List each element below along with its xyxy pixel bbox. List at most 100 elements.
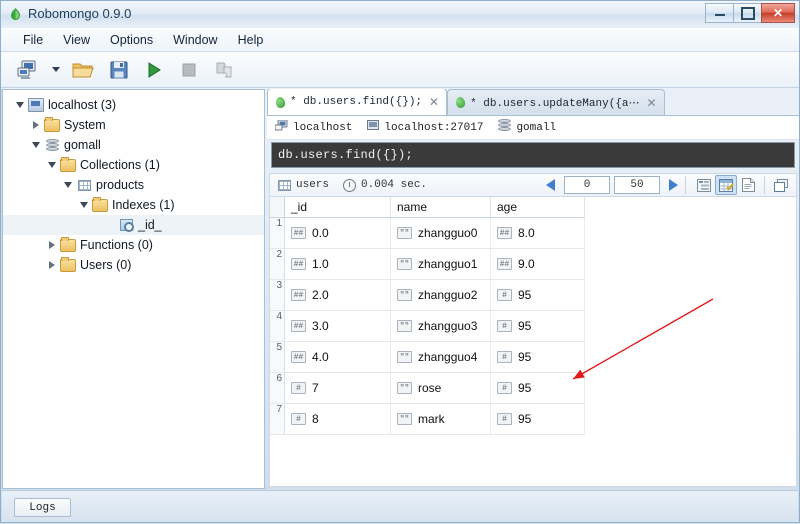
twisty-right-icon[interactable]: [29, 121, 43, 129]
next-page-button[interactable]: [669, 179, 678, 191]
tree-node-products[interactable]: products: [3, 175, 264, 195]
clock-icon: [343, 178, 357, 192]
cell-name[interactable]: "" zhangguo1: [390, 248, 491, 280]
close-icon[interactable]: ✕: [427, 95, 439, 109]
type-icon: ##: [291, 320, 306, 332]
cell-age[interactable]: #95: [490, 372, 585, 404]
tree-node-gomall[interactable]: gomall: [3, 135, 264, 155]
folder-open-icon: [72, 63, 94, 77]
tree-node-collections[interactable]: Collections (1): [3, 155, 264, 175]
cell-age[interactable]: ## 8.0: [490, 217, 585, 249]
limit-input[interactable]: 50: [614, 176, 660, 194]
twisty-down-icon[interactable]: [45, 162, 59, 168]
table-row[interactable]: 3 ## 2.0 "" zhangguo2 #95: [270, 279, 585, 311]
stop-button[interactable]: [176, 57, 202, 83]
view-table-button[interactable]: [715, 175, 737, 195]
tree-node-localhost[interactable]: localhost (3): [3, 95, 264, 115]
table-row[interactable]: 6 #7 "" rose #95: [270, 372, 585, 404]
tree-node-indexes[interactable]: Indexes (1): [3, 195, 264, 215]
connect-button[interactable]: [15, 57, 41, 83]
cell-value: mark: [418, 412, 445, 426]
save-script-button[interactable]: [106, 57, 132, 83]
connection-icon: [274, 119, 288, 136]
view-tree-button[interactable]: [693, 175, 715, 195]
tab-db-users-find[interactable]: * db.users.find({}); ✕: [267, 89, 448, 115]
minimize-button[interactable]: [705, 3, 733, 23]
menu-item-file[interactable]: File: [13, 30, 53, 50]
cell-age[interactable]: #95: [490, 279, 585, 311]
twisty-down-icon[interactable]: [61, 182, 75, 188]
table-row[interactable]: 7 #8 "" mark #95: [270, 403, 585, 435]
menu-item-help[interactable]: Help: [228, 30, 274, 50]
cell-name[interactable]: "" rose: [390, 372, 491, 404]
close-button[interactable]: ✕: [761, 3, 795, 23]
main-toolbar: [1, 52, 799, 88]
query-editor[interactable]: db.users.find({});: [271, 142, 795, 168]
maximize-button[interactable]: [733, 3, 761, 23]
window-controls: ✕: [705, 3, 795, 23]
table-header-row: _id name age: [270, 197, 585, 218]
tree-node-label: Collections (1): [80, 158, 160, 172]
cell-age[interactable]: #95: [490, 403, 585, 435]
collection-grid-icon: [75, 179, 93, 191]
autocomplete-button[interactable]: [211, 57, 237, 83]
cell-id[interactable]: ## 3.0: [284, 310, 391, 342]
cell-id[interactable]: ## 2.0: [284, 279, 391, 311]
menu-item-options[interactable]: Options: [100, 30, 163, 50]
skip-input[interactable]: 0: [564, 176, 610, 194]
type-icon: ##: [497, 227, 512, 239]
menu-item-view[interactable]: View: [53, 30, 100, 50]
open-script-button[interactable]: [71, 57, 97, 83]
cell-id[interactable]: #8: [284, 403, 391, 435]
type-icon: #: [497, 413, 512, 425]
twisty-down-icon[interactable]: [29, 142, 43, 148]
database-icon: [498, 119, 512, 136]
cell-name[interactable]: "" zhangguo2: [390, 279, 491, 311]
connect-dropdown[interactable]: [50, 58, 62, 82]
cell-id[interactable]: ## 0.0: [284, 217, 391, 249]
cell-name[interactable]: "" zhangguo4: [390, 341, 491, 373]
twisty-right-icon[interactable]: [45, 261, 59, 269]
column-header-id[interactable]: _id: [284, 197, 391, 218]
table-row[interactable]: 4 ## 3.0 "" zhangguo3 #95: [270, 310, 585, 342]
row-number: 7: [270, 403, 285, 435]
type-icon: ##: [497, 258, 512, 270]
cell-age[interactable]: #95: [490, 341, 585, 373]
column-header-age[interactable]: age: [490, 197, 585, 218]
menu-item-window[interactable]: Window: [163, 30, 227, 50]
folder-icon: [59, 156, 77, 172]
twisty-down-icon[interactable]: [13, 102, 27, 108]
tree-node-functions[interactable]: Functions (0): [3, 235, 264, 255]
robomongo-window: Robomongo 0.9.0 ✕ File View Options Wind…: [0, 0, 800, 523]
breadcrumb-server[interactable]: localhost:27017: [367, 120, 483, 135]
execute-button[interactable]: [141, 57, 167, 83]
cell-id[interactable]: #7: [284, 372, 391, 404]
tree-node-id-index[interactable]: _id_: [3, 215, 264, 235]
cell-name[interactable]: "" zhangguo3: [390, 310, 491, 342]
twisty-right-icon[interactable]: [45, 241, 59, 249]
close-icon[interactable]: ✕: [645, 96, 657, 110]
cell-name[interactable]: "" zhangguo0: [390, 217, 491, 249]
type-icon: #: [497, 320, 512, 332]
cell-value: 95: [518, 288, 532, 302]
prev-page-button[interactable]: [546, 179, 555, 191]
twisty-down-icon[interactable]: [77, 202, 91, 208]
logs-tab[interactable]: Logs: [14, 498, 71, 517]
cell-age[interactable]: #95: [490, 310, 585, 342]
table-row[interactable]: 2 ## 1.0 "" zhangguo1 ## 9.0: [270, 248, 585, 280]
table-row[interactable]: 5 ## 4.0 "" zhangguo4 #95: [270, 341, 585, 373]
query-text: db.users.find({});: [278, 148, 414, 162]
breadcrumb-database[interactable]: gomall: [498, 119, 556, 136]
breadcrumb-connection[interactable]: localhost: [274, 119, 352, 136]
cell-age[interactable]: ## 9.0: [490, 248, 585, 280]
view-text-button[interactable]: [737, 175, 759, 195]
tree-node-system[interactable]: System: [3, 115, 264, 135]
cell-id[interactable]: ## 4.0: [284, 341, 391, 373]
table-row[interactable]: 1 ## 0.0 "" zhangguo0 ## 8.0: [270, 217, 585, 249]
cell-name[interactable]: "" mark: [390, 403, 491, 435]
tree-node-users[interactable]: Users (0): [3, 255, 264, 275]
view-split-button[interactable]: [770, 175, 792, 195]
cell-id[interactable]: ## 1.0: [284, 248, 391, 280]
column-header-name[interactable]: name: [390, 197, 491, 218]
tab-db-users-updatemany[interactable]: * db.users.updateMany({a⋯ ✕: [447, 89, 665, 115]
